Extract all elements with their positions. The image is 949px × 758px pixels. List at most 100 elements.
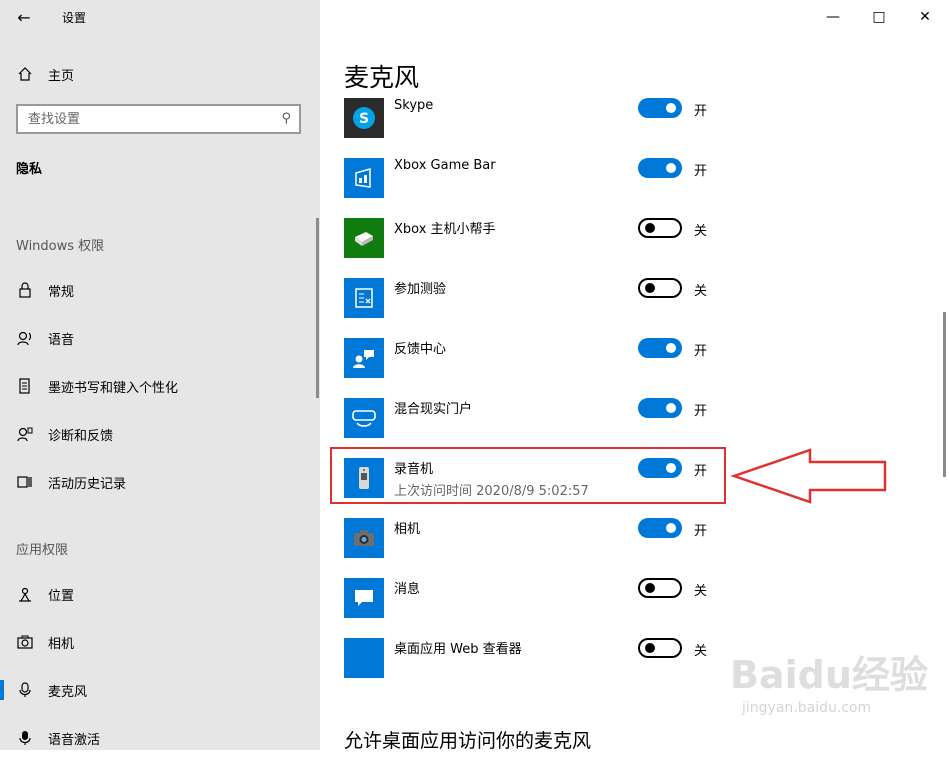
sidebar-item-label: 位置	[48, 588, 75, 604]
sidebar-item-home[interactable]: 主页	[0, 54, 320, 94]
app-name: 参加测验	[394, 282, 447, 297]
app-name: Xbox Game Bar	[394, 158, 496, 173]
speech-icon	[16, 329, 34, 347]
app-name: Xbox 主机小帮手	[394, 222, 496, 237]
sidebar-item-location[interactable]: 位置	[0, 574, 320, 614]
toggle-knob	[645, 223, 655, 233]
search-input[interactable]	[26, 111, 270, 128]
inking-icon	[16, 377, 34, 395]
sidebar-item-label: 语音激活	[48, 732, 101, 748]
app-name: 消息	[394, 582, 421, 597]
close-button[interactable]: ✕	[910, 6, 940, 28]
search-icon[interactable]: ⚲	[281, 111, 291, 126]
feedback-hub-icon	[344, 338, 384, 378]
skype-icon: S	[344, 98, 384, 138]
app-name: 相机	[394, 522, 421, 537]
toggle-knob	[645, 643, 655, 653]
sidebar-item-diagnostics[interactable]: 诊断和反馈	[0, 414, 320, 454]
xbox-console-toggle[interactable]	[638, 218, 682, 238]
toggle-state: 开	[694, 524, 708, 539]
maximize-icon: □	[872, 9, 886, 25]
sidebar-item-label: 语音	[48, 332, 75, 348]
sidebar-item-activity-history[interactable]: 活动历史记录	[0, 462, 320, 502]
toggle-state: 开	[694, 104, 708, 119]
toggle-knob	[645, 583, 655, 593]
main-content: — □ ✕ 麦克风 S Skype 开 Xbox Game Bar 开 Xbox…	[320, 0, 949, 750]
xbox-console-icon	[344, 218, 384, 258]
section-heading-desktop-apps: 允许桌面应用访问你的麦克风	[344, 730, 592, 752]
titlebar-left: ← 设置	[0, 0, 320, 34]
close-icon: ✕	[919, 9, 931, 25]
sidebar-item-label: 常规	[48, 284, 75, 300]
toggle-state: 开	[694, 344, 708, 359]
messaging-icon	[344, 578, 384, 618]
toggle-knob	[666, 523, 676, 533]
location-icon	[16, 585, 34, 603]
mixed-reality-icon	[344, 398, 384, 438]
sidebar-item-label: 主页	[48, 68, 75, 84]
toggle-state: 关	[694, 584, 708, 599]
annotation-arrow-icon	[730, 448, 887, 504]
toggle-state: 关	[694, 224, 708, 239]
lock-icon	[16, 281, 34, 299]
app-row-feedback-hub: 反馈中心 开	[344, 338, 764, 394]
app-name: Skype	[394, 98, 434, 113]
toggle-state: 关	[694, 644, 708, 659]
sidebar-item-speech[interactable]: 语音	[0, 318, 320, 358]
microphone-icon	[16, 681, 34, 699]
sidebar-item-camera[interactable]: 相机	[0, 622, 320, 662]
voice-activation-icon	[16, 729, 34, 747]
toggle-knob	[666, 403, 676, 413]
sidebar-item-label: 麦克风	[48, 684, 88, 700]
take-a-test-toggle[interactable]	[638, 278, 682, 298]
minimize-icon: —	[826, 9, 840, 25]
sidebar: ← 设置 主页 ⚲ 隐私 Windows 权限 常规 语音 墨迹书写和键入个性化	[0, 0, 320, 750]
app-title: 设置	[62, 11, 87, 25]
xbox-game-bar-toggle[interactable]	[638, 158, 682, 178]
group-label-apps: 应用权限	[16, 543, 69, 558]
feedback-hub-toggle[interactable]	[638, 338, 682, 358]
watermark-logo: Baidu经验	[730, 653, 928, 697]
svg-text:S: S	[359, 111, 369, 127]
back-button[interactable]: ←	[10, 4, 38, 30]
search-field[interactable]: ⚲	[16, 104, 301, 134]
mixed-reality-toggle[interactable]	[638, 398, 682, 418]
sidebar-item-label: 相机	[48, 636, 75, 652]
take-a-test-icon	[344, 278, 384, 318]
camera-app-icon	[344, 518, 384, 558]
sidebar-item-voice-activation[interactable]: 语音激活	[0, 718, 320, 758]
web-viewer-icon	[344, 638, 384, 678]
app-row-web-viewer: 桌面应用 Web 查看器 关	[344, 638, 764, 694]
sidebar-item-inking[interactable]: 墨迹书写和键入个性化	[0, 366, 320, 406]
app-row-xbox-game-bar: Xbox Game Bar 开	[344, 158, 764, 214]
web-viewer-toggle[interactable]	[638, 638, 682, 658]
toggle-knob	[645, 283, 655, 293]
app-name: 桌面应用 Web 查看器	[394, 642, 522, 657]
sidebar-item-general[interactable]: 常规	[0, 270, 320, 310]
toggle-knob	[666, 343, 676, 353]
messaging-toggle[interactable]	[638, 578, 682, 598]
maximize-button[interactable]: □	[864, 6, 894, 28]
section-heading: 隐私	[16, 162, 43, 177]
main-scrollbar[interactable]	[943, 312, 946, 477]
home-icon	[16, 65, 34, 83]
sidebar-item-label: 诊断和反馈	[48, 428, 114, 444]
camera-toggle[interactable]	[638, 518, 682, 538]
group-label-windows: Windows 权限	[16, 239, 105, 254]
diagnostics-icon	[16, 425, 34, 443]
back-arrow-icon: ←	[17, 7, 31, 27]
toggle-knob	[666, 163, 676, 173]
app-row-take-a-test: 参加测验 关	[344, 278, 764, 334]
app-name: 反馈中心	[394, 342, 447, 357]
highlight-box	[330, 447, 726, 504]
sidebar-item-microphone[interactable]: 麦克风	[0, 670, 320, 710]
app-row-skype: S Skype 开	[344, 98, 764, 154]
sidebar-scrollbar[interactable]	[316, 218, 319, 398]
app-name: 混合现实门户	[394, 402, 473, 417]
skype-toggle[interactable]	[638, 98, 682, 118]
toggle-state: 开	[694, 164, 708, 179]
minimize-button[interactable]: —	[818, 6, 848, 28]
xbox-game-bar-icon	[344, 158, 384, 198]
app-row-camera: 相机 开	[344, 518, 764, 574]
toggle-state: 开	[694, 404, 708, 419]
